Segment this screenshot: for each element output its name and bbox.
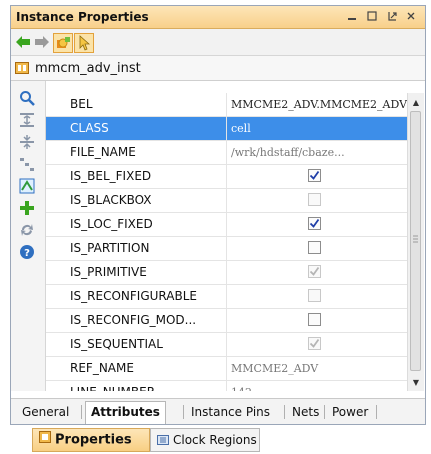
filter-icon[interactable] — [18, 177, 36, 195]
property-row[interactable]: IS_BLACKBOX — [46, 189, 407, 213]
window-titlebar[interactable]: Instance Properties — [11, 6, 425, 29]
tab-instance-pins[interactable]: Instance Pins — [186, 403, 275, 421]
vertical-scrollbar[interactable]: ▲ ▼ — [407, 93, 424, 391]
help-icon[interactable]: ? — [18, 243, 36, 261]
property-checkbox[interactable] — [308, 217, 321, 230]
property-name: IS_LOC_FIXED — [70, 217, 153, 231]
property-row[interactable]: LINE_NUMBER 142 — [46, 381, 407, 391]
tab-separator — [81, 405, 82, 419]
tab-power[interactable]: Power — [327, 403, 373, 421]
property-name: IS_PARTITION — [70, 241, 150, 255]
select-instance-icon[interactable] — [53, 33, 73, 53]
group-icon[interactable] — [18, 155, 36, 173]
tab-general[interactable]: General — [17, 403, 74, 421]
property-name: FILE_NAME — [70, 145, 136, 159]
column-separator — [226, 381, 227, 391]
property-row[interactable]: IS_LOC_FIXED — [46, 213, 407, 237]
column-separator — [226, 285, 227, 308]
tab-clock-regions[interactable]: Clock Regions — [150, 428, 260, 452]
forward-arrow-icon[interactable] — [33, 33, 51, 51]
property-name: LINE_NUMBER — [70, 385, 155, 391]
property-row[interactable]: IS_SEQUENTIAL — [46, 333, 407, 357]
scrollbar-thumb[interactable] — [410, 111, 421, 371]
add-icon[interactable] — [18, 199, 36, 217]
window-title: Instance Properties — [16, 10, 149, 24]
tab-separator — [284, 405, 285, 419]
tab-separator — [183, 405, 184, 419]
property-row[interactable]: IS_RECONFIG_MOD... — [46, 309, 407, 333]
property-tools-sidebar: ? — [11, 81, 46, 391]
property-checkbox[interactable] — [308, 241, 321, 254]
property-row[interactable]: IS_PARTITION — [46, 237, 407, 261]
column-separator — [226, 357, 227, 380]
tab-separator — [324, 405, 325, 419]
property-row[interactable]: FILE_NAME/wrk/hdstaff/cbaze... — [46, 141, 407, 165]
property-row[interactable]: IS_BEL_FIXED — [46, 165, 407, 189]
properties-table: BEL MMCME2_ADV.MMCME2_ADV CLASS cell FILE_NA… — [46, 93, 407, 391]
property-checkbox — [308, 289, 321, 302]
instance-name: mmcm_adv_inst — [35, 61, 141, 76]
tab-attributes[interactable]: Attributes — [85, 401, 166, 424]
column-separator — [226, 261, 227, 284]
cell-icon — [15, 62, 29, 74]
svg-text:?: ? — [24, 248, 30, 259]
instance-bar: mmcm_adv_inst — [11, 56, 425, 81]
property-row[interactable]: REF_NAME MMCME2_ADV — [46, 357, 407, 381]
instance-properties-window: Instance Properties mmcm_adv_inst ? BEL … — [10, 5, 426, 425]
column-separator — [226, 237, 227, 260]
column-separator — [226, 333, 227, 356]
scroll-down-icon[interactable]: ▼ — [408, 375, 424, 389]
property-name: CLASS — [70, 121, 109, 135]
property-value[interactable]: MMCME2_ADV.MMCME2_ADV — [231, 98, 407, 111]
close-icon[interactable] — [403, 8, 419, 24]
minimize-icon[interactable] — [344, 8, 360, 24]
properties-icon — [39, 429, 51, 451]
tab-separator — [376, 405, 377, 419]
property-name: IS_SEQUENTIAL — [70, 337, 163, 351]
property-checkbox — [308, 337, 321, 350]
property-row[interactable]: IS_PRIMITIVE — [46, 261, 407, 285]
property-name: IS_RECONFIGURABLE — [70, 289, 197, 303]
toolbar — [11, 29, 425, 56]
column-separator — [226, 309, 227, 332]
property-row[interactable]: BEL MMCME2_ADV.MMCME2_ADV — [46, 93, 407, 117]
expand-all-icon[interactable] — [18, 133, 36, 151]
search-icon[interactable] — [18, 89, 36, 107]
column-separator — [226, 93, 227, 116]
property-checkbox — [308, 193, 321, 206]
property-value[interactable]: 142 — [231, 386, 252, 391]
collapse-all-icon[interactable] — [18, 111, 36, 129]
float-icon[interactable] — [384, 8, 400, 24]
property-checkbox[interactable] — [308, 313, 321, 326]
property-name: IS_RECONFIG_MOD... — [70, 313, 197, 327]
restore-icon[interactable] — [364, 8, 380, 24]
property-checkbox[interactable] — [308, 169, 321, 182]
scroll-up-icon[interactable]: ▲ — [408, 95, 424, 109]
property-row[interactable]: CLASS cell — [46, 117, 407, 141]
back-arrow-icon[interactable] — [14, 33, 32, 51]
property-name: REF_NAME — [70, 361, 134, 375]
tab-clock-regions-label: Clock Regions — [173, 433, 257, 447]
property-value[interactable]: cell — [231, 122, 251, 135]
tab-properties[interactable]: Properties — [32, 428, 150, 452]
column-separator — [226, 141, 227, 164]
column-separator — [226, 189, 227, 212]
clock-regions-icon — [157, 430, 169, 452]
property-name: BEL — [70, 97, 93, 111]
column-separator — [226, 213, 227, 236]
refresh-icon[interactable] — [18, 221, 36, 239]
property-name: IS_BEL_FIXED — [70, 169, 152, 183]
tab-nets[interactable]: Nets — [287, 403, 324, 421]
property-checkbox — [308, 265, 321, 278]
column-separator — [226, 117, 227, 140]
property-row[interactable]: IS_RECONFIGURABLE — [46, 285, 407, 309]
property-value[interactable]: MMCME2_ADV — [231, 362, 318, 375]
property-name: IS_BLACKBOX — [70, 193, 152, 207]
cursor-icon[interactable] — [74, 33, 94, 53]
property-name: IS_PRIMITIVE — [70, 265, 147, 279]
column-separator — [226, 165, 227, 188]
properties-tab-bar: General Attributes Instance Pins Nets Po… — [11, 398, 425, 424]
property-value[interactable]: /wrk/hdstaff/cbaze... — [231, 146, 345, 159]
tab-properties-label: Properties — [55, 432, 132, 448]
